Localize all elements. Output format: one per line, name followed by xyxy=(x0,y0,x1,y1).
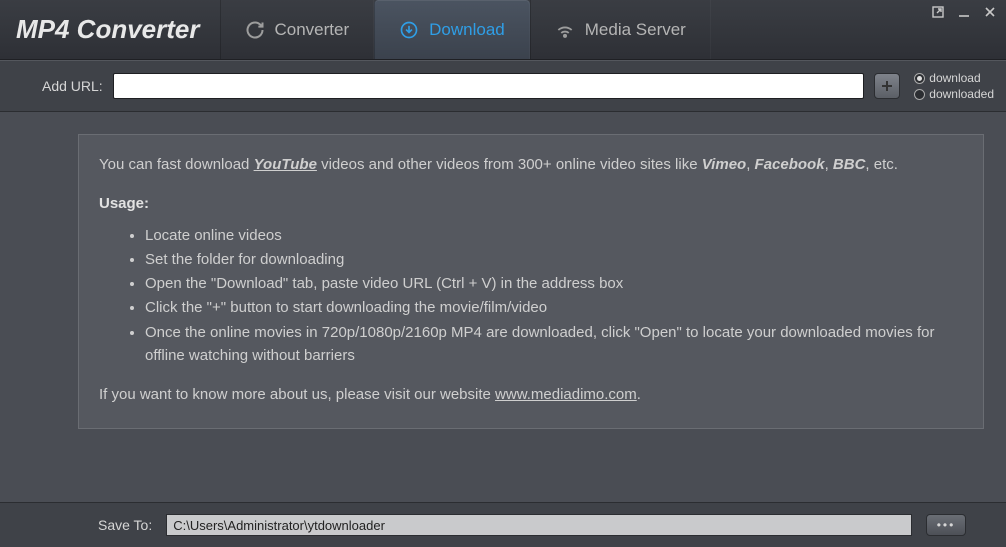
tab-download[interactable]: Download xyxy=(374,0,530,59)
tabs: Converter Download Media Server xyxy=(220,0,711,59)
tab-converter[interactable]: Converter xyxy=(220,0,375,59)
list-item: Open the "Download" tab, paste video URL… xyxy=(145,272,963,295)
list-item: Once the online movies in 720p/1080p/216… xyxy=(145,321,963,368)
footer-text: If you want to know more about us, pleas… xyxy=(99,383,963,406)
url-bar: Add URL: download downloaded xyxy=(0,60,1006,112)
save-path-input[interactable] xyxy=(166,514,912,536)
radio-download[interactable]: download xyxy=(914,71,994,85)
minimize-icon[interactable] xyxy=(956,4,972,20)
refresh-icon xyxy=(245,20,265,40)
intro-text: You can fast download YouTube videos and… xyxy=(99,153,963,176)
add-button[interactable] xyxy=(874,73,900,99)
info-box: You can fast download YouTube videos and… xyxy=(78,134,984,429)
list-item: Click the "+" button to start downloadin… xyxy=(145,296,963,319)
radio-downloaded[interactable]: downloaded xyxy=(914,87,994,101)
youtube-link[interactable]: YouTube xyxy=(254,156,317,173)
tab-media-server[interactable]: Media Server xyxy=(530,0,711,59)
radio-dot-icon xyxy=(914,89,925,100)
ellipsis-icon: ••• xyxy=(937,518,956,532)
tab-media-server-label: Media Server xyxy=(585,20,686,40)
website-link[interactable]: www.mediadimo.com xyxy=(495,386,637,403)
filter-radios: download downloaded xyxy=(914,71,994,101)
tab-download-label: Download xyxy=(429,20,505,40)
usage-heading: Usage: xyxy=(99,192,963,215)
app-title: MP4 Converter xyxy=(0,14,220,45)
save-to-label: Save To: xyxy=(98,517,152,533)
wifi-icon xyxy=(555,20,575,40)
list-item: Locate online videos xyxy=(145,224,963,247)
close-icon[interactable] xyxy=(982,4,998,20)
usage-list: Locate online videos Set the folder for … xyxy=(99,224,963,368)
add-url-label: Add URL: xyxy=(42,78,103,94)
titlebar: MP4 Converter Converter Download Media S… xyxy=(0,0,1006,60)
list-item: Set the folder for downloading xyxy=(145,248,963,271)
radio-download-label: download xyxy=(929,71,980,85)
browse-button[interactable]: ••• xyxy=(926,514,966,536)
save-bar: Save To: ••• xyxy=(0,502,1006,547)
tab-converter-label: Converter xyxy=(275,20,350,40)
radio-downloaded-label: downloaded xyxy=(929,87,994,101)
popout-icon[interactable] xyxy=(930,4,946,20)
download-icon xyxy=(399,20,419,40)
url-input[interactable] xyxy=(113,73,865,99)
content-area: You can fast download YouTube videos and… xyxy=(0,112,1006,502)
window-controls xyxy=(930,4,998,20)
radio-dot-icon xyxy=(914,73,925,84)
